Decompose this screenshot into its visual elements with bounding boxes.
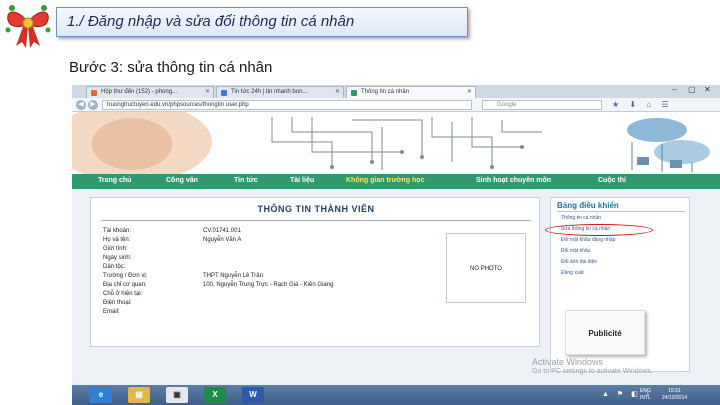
field-label: Trường / Đơn vị: [103,273,148,279]
menu-item-change-avatar[interactable]: Đổi ảnh đại diện [561,259,597,265]
avatar-placeholder: NO PHOTO [446,233,526,303]
nav-contests[interactable]: Cuộc thi [598,177,626,184]
field-label: Địa chỉ cơ quan: [103,282,147,288]
control-panel-title: Bảng điều khiển [557,201,619,210]
minimize-icon[interactable]: – [672,85,676,94]
close-tab-icon[interactable]: ✕ [205,88,210,95]
menu-item-logout[interactable]: Đăng xuất [561,270,584,276]
site-nav: Trang chủ Công văn Tin tức Tài liệu Khôn… [72,174,720,189]
field-label: Dân tộc: [103,264,126,270]
favicon-icon [91,90,97,96]
search-input[interactable]: Google [482,100,602,110]
field-label: Chỗ ở hiện tại: [103,291,143,297]
app-icon[interactable]: ▣ [166,387,188,403]
word-icon[interactable]: W [242,387,264,403]
menu-item-profile[interactable]: Thông tin cá nhân [561,215,601,221]
control-panel: Bảng điều khiển Thông tin cá nhân Sửa th… [545,197,690,372]
menu-item-change-login-password[interactable]: Đổi mật khẩu đăng nhập [561,237,615,243]
nav-news[interactable]: Tin tức [234,177,258,184]
slide-title: 1./ Đăng nhập và sửa đổi thông tin cá nh… [56,7,468,37]
toolbar-icons[interactable]: ★ ⬇ ⌂ ☰ [612,100,673,109]
address-bar: ◀ ▶ truongtructuyen.edu.vn/phpsources/th… [72,98,720,112]
field-label: Điện thoại: [103,300,132,306]
nav-home[interactable]: Trang chủ [98,177,131,184]
field-label: Email: [103,309,120,315]
url-field[interactable]: truongtructuyen.edu.vn/phpsources/thongt… [102,100,472,110]
tab-mail[interactable]: Hộp thư đến (152) - phong... ✕ [86,86,214,98]
site-banner [72,112,720,174]
close-tab-icon[interactable]: ✕ [335,88,340,95]
favicon-icon [221,90,227,96]
internet-explorer-icon[interactable]: e [90,387,112,403]
step-caption: Bước 3: sửa thông tin cá nhân [69,59,273,76]
nav-documents-official[interactable]: Công văn [166,177,198,184]
nav-professional-activities[interactable]: Sinh hoạt chuyên môn [476,177,551,184]
field-label: Ngày sinh: [103,255,132,261]
maximize-icon[interactable]: ▢ [688,85,696,94]
field-label: Tài khoản: [103,228,132,234]
ad-banner[interactable]: Publicité [565,310,645,355]
divider [557,211,685,212]
panel-title: THÔNG TIN THÀNH VIÊN [257,204,375,214]
file-explorer-icon[interactable]: ▤ [128,387,150,403]
close-tab-icon[interactable]: ✕ [467,88,472,95]
activate-windows-subtitle: Go to PC settings to activate Windows. [532,368,653,375]
forward-icon[interactable]: ▶ [88,100,98,110]
back-icon[interactable]: ◀ [76,100,86,110]
highlight-oval [545,224,653,236]
tab-profile[interactable]: Thông tin cá nhân ✕ [346,86,476,98]
tab-bar: Hộp thư đến (152) - phong... ✕ Tin tức 2… [72,85,720,98]
field-value: 100, Nguyễn Trung Trực - Rạch Giá - Kiên… [203,282,334,288]
field-value: THPT Nguyễn Lê Trân [203,273,263,279]
member-info-panel: THÔNG TIN THÀNH VIÊN Tài khoản: CV.01741… [90,197,540,347]
activate-windows-title: Activate Windows [532,357,604,367]
field-value: CV.01741.001 [203,228,241,234]
menu-item-change-password[interactable]: Đổi mật khẩu [561,248,590,254]
tab-news[interactable]: Tin tức 24h | tin nhanh bon... ✕ [216,86,344,98]
clock[interactable]: 15:51 24/10/2014 [662,388,687,402]
field-label: Giới tính: [103,246,128,252]
field-value: Nguyễn Văn A [203,237,242,243]
favicon-icon [351,90,357,96]
nav-materials[interactable]: Tài liệu [290,177,314,184]
excel-icon[interactable]: X [204,387,226,403]
christmas-bow-icon [5,5,51,48]
nav-school-space[interactable]: Không gian trường học [346,177,424,184]
divider [101,220,531,221]
taskbar: e ▤ ▣ X W ▲ ⚑ ◧ ♪ ENG INTL 15:51 24/10/20… [72,385,720,405]
browser-screenshot: Hộp thư đến (152) - phong... ✕ Tin tức 2… [72,85,720,405]
field-label: Họ và tên: [103,237,131,243]
language-indicator[interactable]: ENG INTL [640,388,651,402]
content-area: THÔNG TIN THÀNH VIÊN Tài khoản: CV.01741… [72,189,720,384]
close-window-icon[interactable]: ✕ [704,85,711,94]
